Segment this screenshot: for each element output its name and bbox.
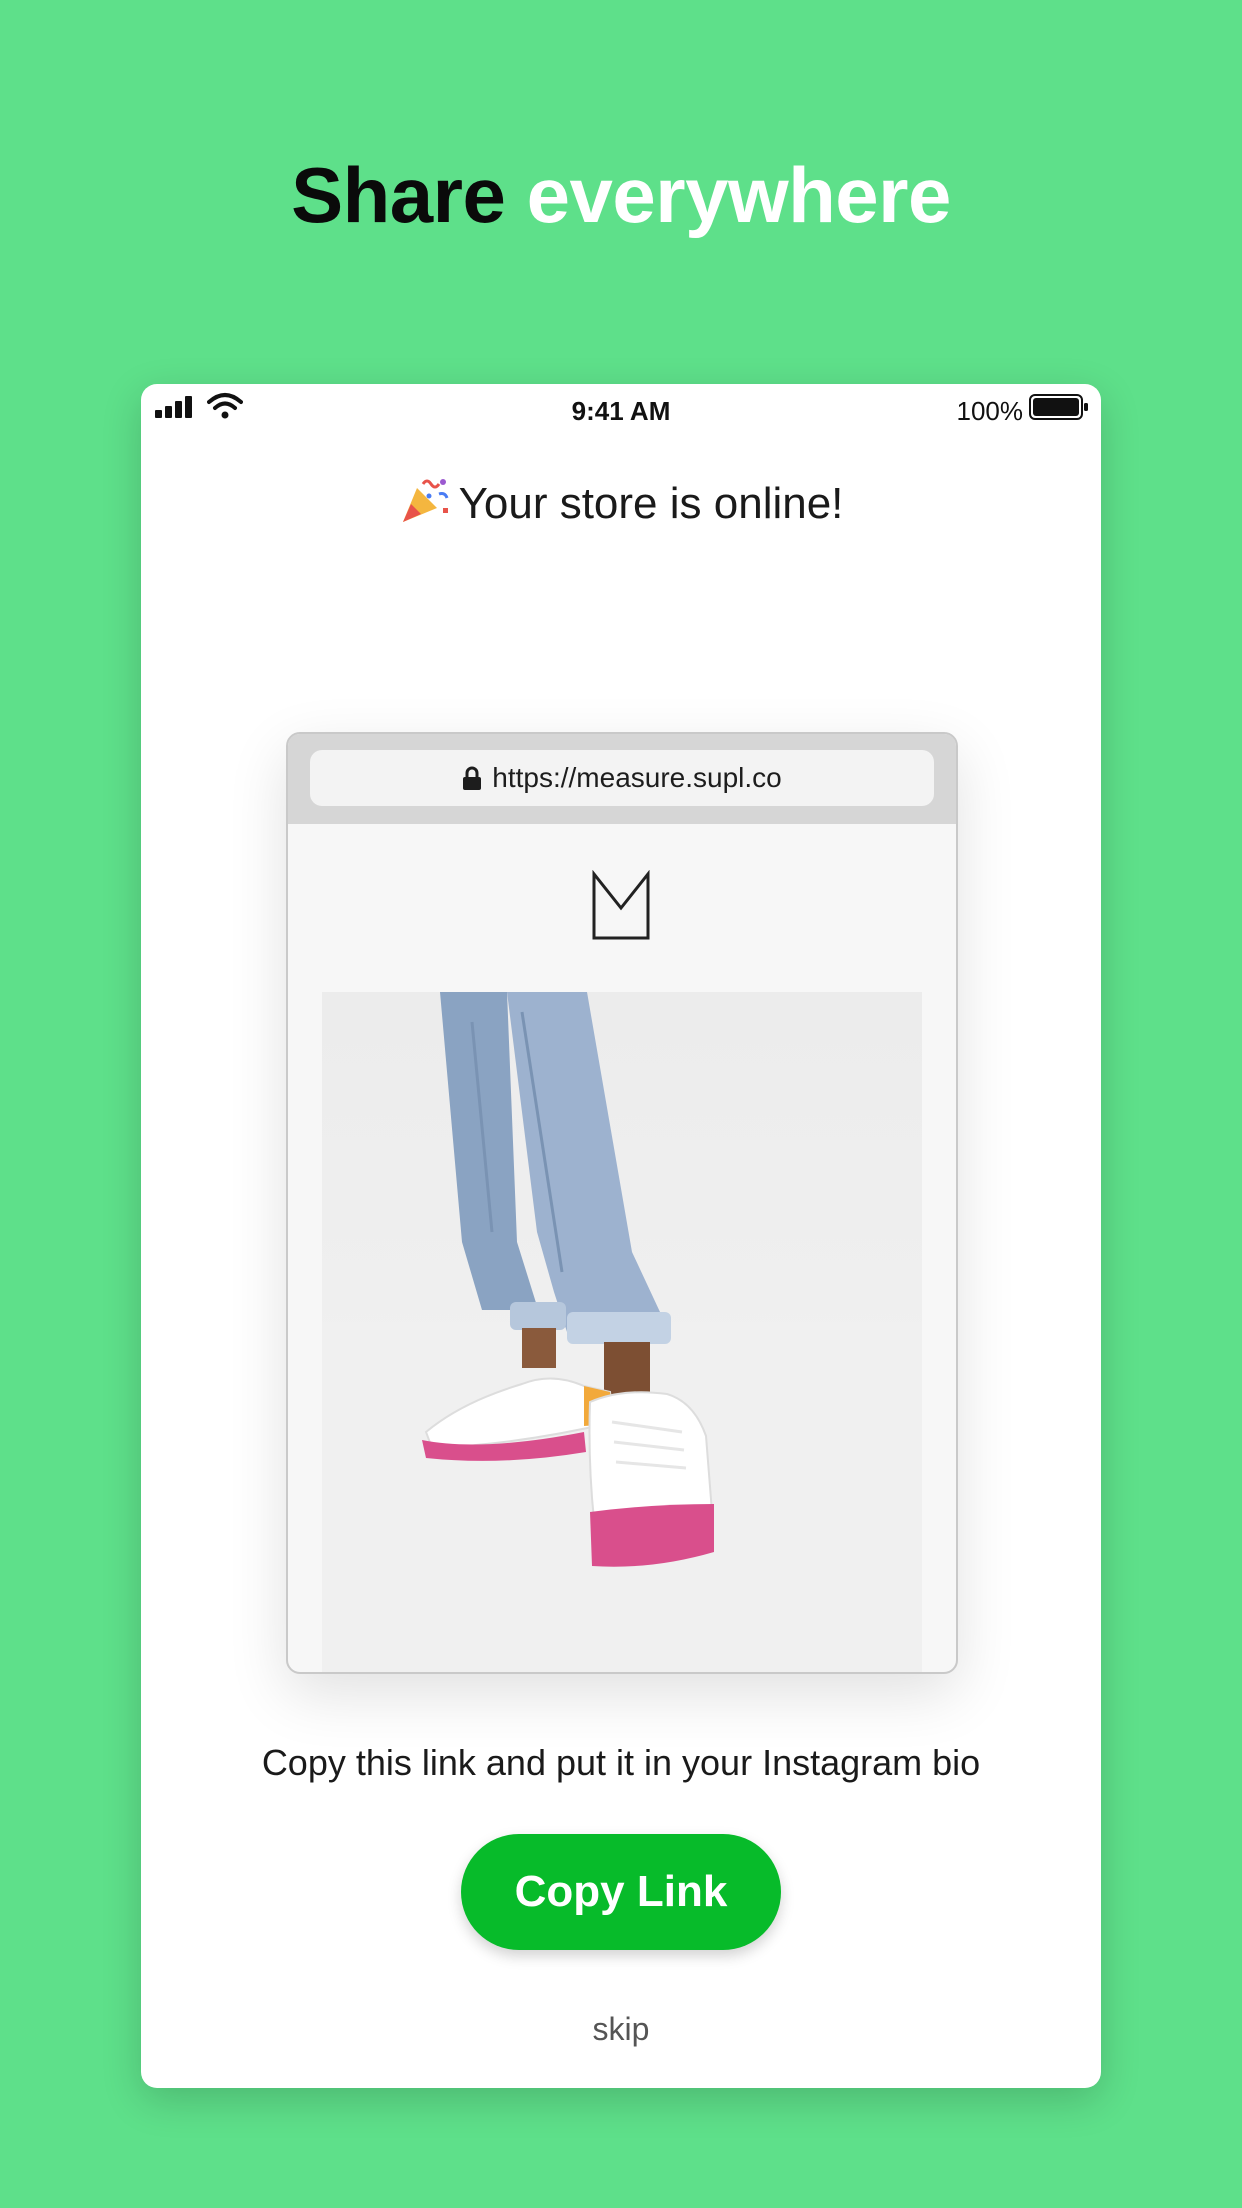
store-online-title: Your store is online! [141, 474, 1101, 529]
skip-link[interactable]: skip [141, 2011, 1101, 2048]
headline-dark: Share [291, 151, 506, 239]
browser-preview: https://measure.supl.co [286, 732, 958, 1674]
status-bar: 9:41 AM 100% [141, 384, 1101, 434]
title-text: Your store is online! [458, 479, 844, 528]
url-text: https://measure.supl.co [492, 762, 782, 793]
product-photo [322, 992, 922, 1672]
store-logo-icon [592, 870, 650, 940]
battery-percentage: 100% [956, 396, 1024, 426]
battery-icon [1029, 394, 1088, 420]
phone-screen: 9:41 AM 100% Your store is online! https… [141, 384, 1101, 2088]
headline: Share everywhere [0, 150, 1242, 241]
url-bar[interactable]: https://measure.supl.co [310, 750, 934, 806]
instruction-text: Copy this link and put it in your Instag… [261, 1742, 981, 1783]
copy-link-button[interactable]: Copy Link [461, 1834, 781, 1950]
lock-icon [463, 766, 482, 790]
sneakers-image [322, 992, 922, 1672]
party-popper-icon [402, 479, 449, 522]
headline-light: everywhere [526, 151, 952, 239]
browser-toolbar: https://measure.supl.co [288, 734, 956, 824]
